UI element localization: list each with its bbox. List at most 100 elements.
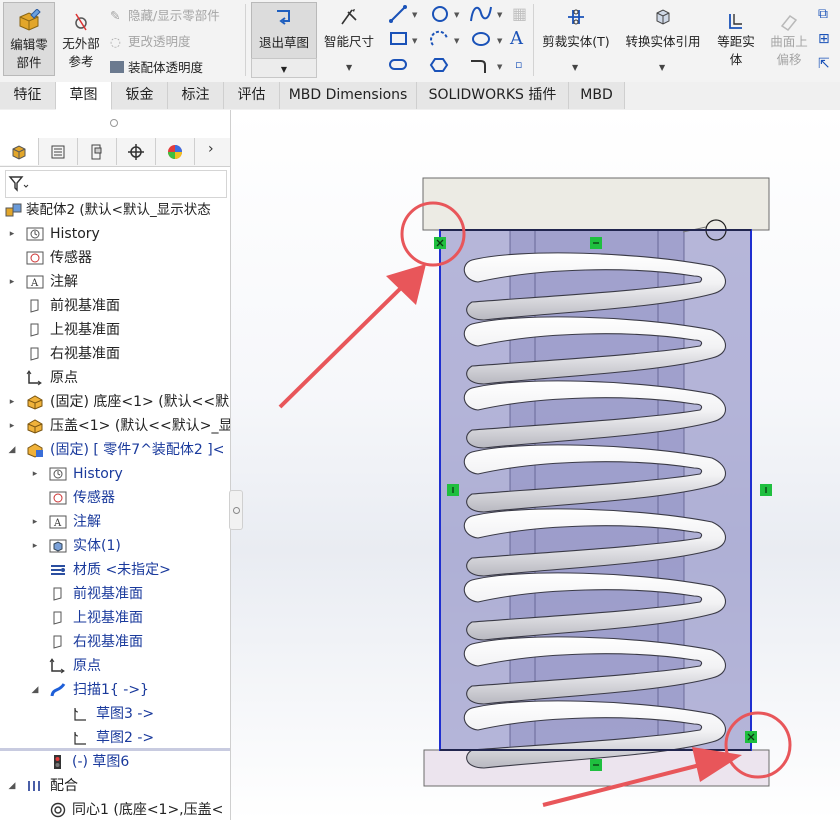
exit-sketch-button[interactable]: 退出草图 xyxy=(251,2,317,60)
move-entities-icon[interactable]: ⇱ xyxy=(818,56,830,72)
tree-subitem[interactable]: ▸ 实体(1) xyxy=(0,534,230,558)
chevron-down-icon[interactable]: ▼ xyxy=(346,63,352,72)
top-cap-body[interactable] xyxy=(422,177,770,231)
tree-sweep-child[interactable]: 草图3 -> xyxy=(0,702,230,726)
tree-item[interactable]: ▸ 压盖<1> (默认<<默认>_显 xyxy=(0,414,230,438)
tree-subitem[interactable]: 原点 xyxy=(0,654,230,678)
assembly-icon xyxy=(5,202,22,218)
tree-subitem[interactable]: 前视基准面 xyxy=(0,582,230,606)
tree-item-concentric1[interactable]: 同心1 (底座<1>,压盖< xyxy=(0,798,230,820)
tree-sweep-child[interactable]: 草图2 -> xyxy=(0,726,230,750)
tree-item[interactable]: ▸ History xyxy=(0,222,230,246)
fillet-icon[interactable] xyxy=(471,60,486,73)
ellipse-icon[interactable] xyxy=(472,32,490,46)
tree-filter[interactable] xyxy=(5,170,227,198)
tree-subitem[interactable]: 传感器 xyxy=(0,486,230,510)
tree-subitem[interactable]: ◢ 扫描1{ ->} xyxy=(0,678,230,702)
circle-icon[interactable] xyxy=(432,6,448,22)
hide-show-components-button[interactable]: ✎ 隐藏/显示零部件 xyxy=(110,5,220,24)
tab-features[interactable]: 特征 xyxy=(0,82,56,109)
panel-splitter-dot[interactable] xyxy=(110,119,118,127)
dimxpert-tab[interactable] xyxy=(117,138,156,165)
tab-sketch[interactable]: 草图 xyxy=(56,82,112,110)
graphics-area[interactable] xyxy=(231,110,840,820)
tree-subitem[interactable]: 右视基准面 xyxy=(0,630,230,654)
tree-item-mates[interactable]: ◢ 配合 xyxy=(0,774,230,798)
tree-item[interactable]: ▸ (固定) 底座<1> (默认<<默 xyxy=(0,390,230,414)
tree-item[interactable]: 上视基准面 xyxy=(0,318,230,342)
tree-subitem[interactable]: ▸ A 注解 xyxy=(0,510,230,534)
offset-entities-button[interactable]: 等距实 体 xyxy=(711,2,761,74)
chevron-right-icon[interactable]: ▸ xyxy=(29,510,41,534)
convert-entities-button[interactable]: 转换实体引用 xyxy=(617,2,709,58)
mirror-entities-icon[interactable]: ⧉ xyxy=(818,6,828,22)
chevron-right-icon[interactable]: ▸ xyxy=(29,534,41,558)
no-external-reference-button[interactable]: 无外部 参考 xyxy=(56,2,106,74)
tree-item-sketch6[interactable]: (-) 草图6 xyxy=(0,750,230,774)
tab-sheet-metal[interactable]: 钣金 xyxy=(112,82,168,109)
surface-offset-label-2: 偏移 xyxy=(776,52,802,67)
tree-item[interactable]: 前视基准面 xyxy=(0,294,230,318)
chevron-right-icon[interactable]: ▸ xyxy=(6,414,18,438)
linear-pattern-icon[interactable]: ⊞ xyxy=(818,31,830,47)
display-manager-tab[interactable] xyxy=(156,138,195,165)
tree-root-assembly[interactable]: 装配体2 (默认<默认_显示状态 xyxy=(0,198,230,222)
tree-item[interactable]: 原点 xyxy=(0,366,230,390)
chevron-down-icon[interactable]: ▼ xyxy=(659,63,665,72)
spline-icon[interactable] xyxy=(470,6,492,22)
panel-tabs-more-button[interactable]: › xyxy=(208,141,214,157)
chevron-right-icon[interactable]: ▸ xyxy=(6,270,18,294)
point-icon[interactable]: ▫ xyxy=(515,58,522,71)
tab-markup[interactable]: 标注 xyxy=(168,82,224,109)
panel-collapse-handle[interactable] xyxy=(229,490,243,530)
slot-icon[interactable] xyxy=(389,59,407,70)
tab-solidworks-addins[interactable]: SOLIDWORKS 插件 xyxy=(417,82,569,109)
line-icon[interactable] xyxy=(389,5,407,23)
arc-icon[interactable] xyxy=(430,30,448,46)
text-icon[interactable]: A xyxy=(510,28,523,49)
exit-sketch-dropdown[interactable]: ▼ xyxy=(251,58,317,78)
tree-subitem[interactable]: 材质 <未指定> xyxy=(0,558,230,582)
tab-mbd[interactable]: MBD xyxy=(569,82,625,109)
chevron-right-icon[interactable]: ▸ xyxy=(29,462,41,486)
assembly-transparency-button[interactable]: 装配体透明度 xyxy=(110,57,203,76)
tree-item[interactable]: ◢ (固定) [ 零件7^装配体2 ]< xyxy=(0,438,230,462)
property-list-icon xyxy=(51,145,65,158)
polygon-icon[interactable] xyxy=(429,58,449,72)
tree-item[interactable]: 传感器 xyxy=(0,246,230,270)
tree-item-label: 压盖<1> (默认<<默认>_显 xyxy=(50,418,231,434)
edit-part-button[interactable]: 编辑零 部件 xyxy=(3,2,55,76)
smart-dimension-button[interactable]: 智能尺寸 xyxy=(318,2,380,58)
chevron-right-icon[interactable]: ▸ xyxy=(6,390,18,414)
tree-item-label: 右视基准面 xyxy=(73,634,143,650)
trim-entities-button[interactable]: 剪裁实体(T) xyxy=(538,2,614,58)
tree-item[interactable]: 右视基准面 xyxy=(0,342,230,366)
root-label: 装配体2 (默认<默认_显示状态 xyxy=(26,202,211,218)
chevron-right-icon[interactable]: ▸ xyxy=(6,222,18,246)
chevron-down-icon[interactable]: ◢ xyxy=(6,774,18,798)
feature-manager-tab[interactable] xyxy=(0,138,39,165)
tree-subitem[interactable]: 上视基准面 xyxy=(0,606,230,630)
exit-sketch-label: 退出草图 xyxy=(258,35,309,50)
chevron-down-icon[interactable]: ◢ xyxy=(6,438,18,462)
chevron-down-icon[interactable]: ▼ xyxy=(572,63,578,72)
change-transparency-button[interactable]: ◌ 更改透明度 xyxy=(110,31,191,50)
chevron-down-icon[interactable]: ◢ xyxy=(29,678,41,702)
annotation-icon: A xyxy=(49,514,67,530)
solid-body-icon xyxy=(49,538,67,554)
no-ext-ref-label-1: 无外部 xyxy=(62,36,100,51)
tab-mbd-dimensions[interactable]: MBD Dimensions xyxy=(280,82,417,109)
tree-subitem[interactable]: ▸ History xyxy=(0,462,230,486)
no-reference-icon xyxy=(75,13,87,31)
concentric1-label: 同心1 (底座<1>,压盖< xyxy=(72,802,224,818)
tab-evaluate[interactable]: 评估 xyxy=(224,82,280,109)
tree-item[interactable]: ▸ A 注解 xyxy=(0,270,230,294)
grid-icon[interactable]: ▦ xyxy=(512,4,527,23)
smart-dimension-icon xyxy=(341,9,357,25)
model-view[interactable] xyxy=(231,110,840,820)
configuration-manager-tab[interactable] xyxy=(78,138,117,165)
rectangle-icon[interactable] xyxy=(390,32,407,45)
property-manager-tab[interactable] xyxy=(39,138,78,165)
offset-on-surface-button[interactable]: 曲面上 偏移 xyxy=(764,2,814,74)
command-manager-tabs: 特征 草图 钣金 标注 评估 MBD Dimensions SOLIDWORKS… xyxy=(0,82,840,111)
